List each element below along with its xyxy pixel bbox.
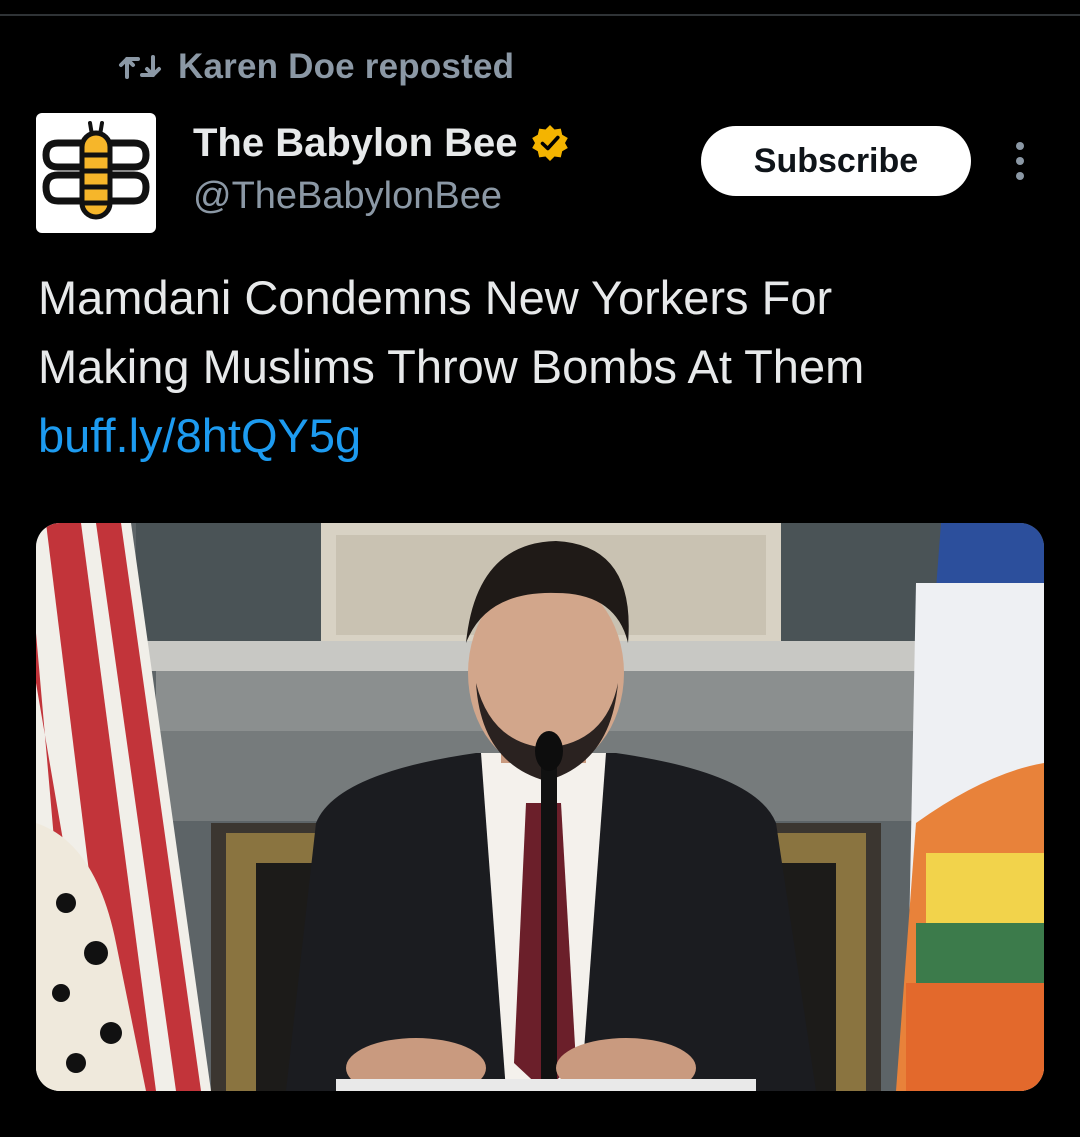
more-dot bbox=[1016, 142, 1024, 150]
tweet-text-line-2: Making Muslims Throw Bombs At Them bbox=[38, 340, 865, 393]
more-dot bbox=[1016, 157, 1024, 165]
repost-icon bbox=[118, 51, 162, 83]
repost-text: Karen Doe reposted bbox=[178, 47, 515, 86]
more-dot bbox=[1016, 172, 1024, 180]
author-name[interactable]: The Babylon Bee bbox=[193, 118, 518, 168]
bee-logo-icon bbox=[42, 121, 150, 220]
subscribe-button[interactable]: Subscribe bbox=[701, 126, 971, 196]
author-name-row[interactable]: The Babylon Bee bbox=[193, 118, 570, 168]
avatar[interactable] bbox=[36, 113, 156, 233]
media-photo[interactable] bbox=[36, 523, 1044, 1091]
author-handle[interactable]: @TheBabylonBee bbox=[193, 172, 502, 220]
verified-badge-icon[interactable] bbox=[530, 123, 570, 163]
tweet-text: Mamdani Condemns New Yorkers For Making … bbox=[38, 263, 1048, 470]
tweet-text-line-1: Mamdani Condemns New Yorkers For bbox=[38, 271, 833, 324]
tweet-link[interactable]: buff.ly/8htQY5g bbox=[38, 401, 1048, 470]
more-vertical-icon[interactable] bbox=[1006, 138, 1034, 184]
top-divider bbox=[0, 14, 1080, 16]
repost-header[interactable]: Karen Doe reposted bbox=[118, 44, 514, 90]
